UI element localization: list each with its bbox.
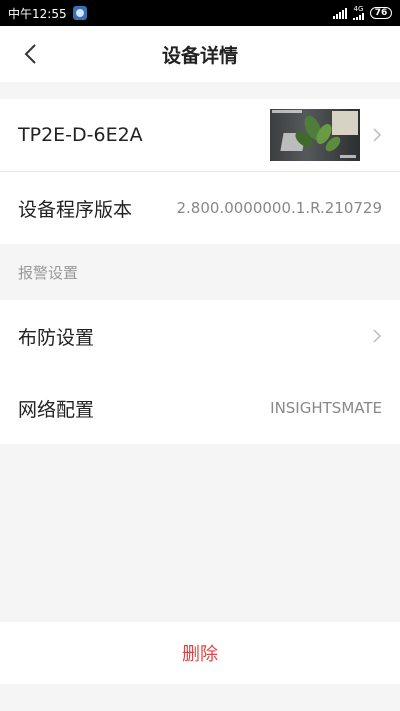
device-name: TP2E-D-6E2A	[18, 124, 143, 146]
device-row[interactable]: TP2E-D-6E2A	[0, 99, 400, 171]
network-config-row[interactable]: 网络配置 INSIGHTSMATE	[0, 372, 400, 444]
network-config-value: INSIGHTSMATE	[270, 399, 382, 417]
firmware-label: 设备程序版本	[18, 198, 133, 221]
signal-icon	[333, 7, 347, 19]
status-icons: 4G 76	[333, 6, 392, 20]
battery-icon: 76	[370, 7, 392, 19]
page-title: 设备详情	[161, 44, 238, 67]
chevron-right-icon	[373, 128, 382, 142]
device-preview-thumbnail[interactable]	[270, 109, 360, 161]
arming-label: 布防设置	[18, 326, 95, 349]
signal-icon-2	[353, 13, 364, 20]
status-bar: 中午12:55 4G 76	[0, 0, 400, 26]
nav-bar: 设备详情	[0, 26, 400, 82]
status-time: 中午12:55	[8, 6, 67, 21]
chevron-right-icon	[373, 329, 382, 343]
alarm-section-header: 报警设置	[18, 264, 79, 282]
battery-level: 76	[374, 8, 388, 18]
app-notification-icon	[72, 6, 87, 20]
network-config-label: 网络配置	[18, 398, 95, 421]
network-type: 4G	[353, 5, 364, 13]
delete-label: 删除	[182, 644, 218, 665]
firmware-value: 2.800.0000000.1.R.210729	[176, 199, 382, 217]
firmware-row: 设备程序版本 2.800.0000000.1.R.210729	[0, 172, 400, 244]
network-indicator: 4G	[353, 6, 364, 20]
delete-button[interactable]: 删除	[0, 622, 400, 684]
back-arrow-icon[interactable]	[18, 40, 46, 68]
arming-settings-row[interactable]: 布防设置	[0, 300, 400, 372]
